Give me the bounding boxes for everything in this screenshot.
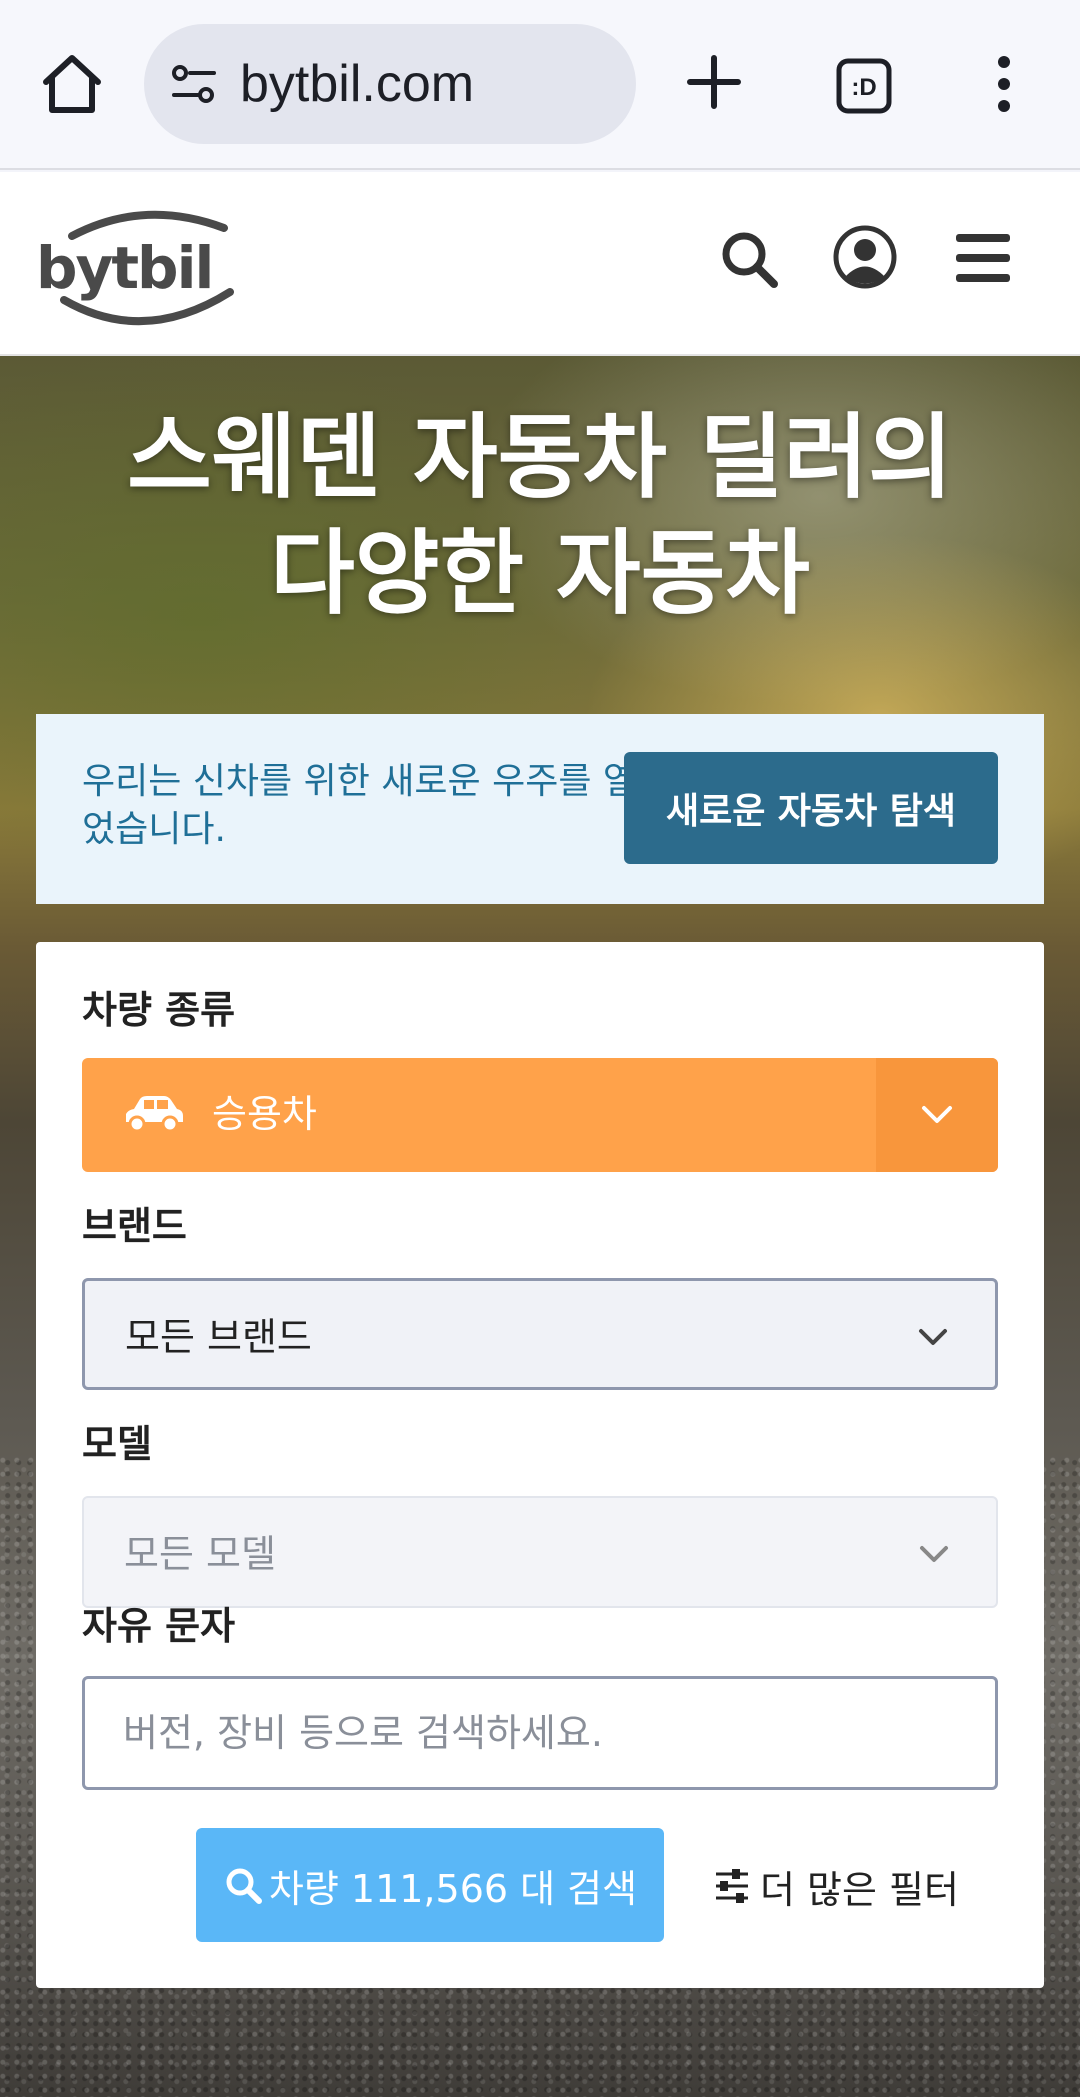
more-filters-label: 더 많은 필터 [760,1867,959,1912]
tab-switcher-icon: :D [836,58,892,114]
filter-sliders-icon [716,1869,748,1903]
model-select[interactable]: 모든 모델 [82,1496,998,1608]
freetext-label: 자유 문자 [82,1604,236,1648]
model-label: 모델 [82,1422,152,1466]
vehicle-type-value: 승용차 [212,1092,317,1136]
search-vehicles-label: 차량 111,566 대 검색 [268,1866,638,1911]
more-options-icon[interactable] [986,54,1022,114]
browser-toolbar: bytbil.com :D [0,0,1080,170]
tab-switcher-button[interactable]: :D [834,56,894,116]
search-icon[interactable] [718,228,780,290]
model-value: 모든 모델 [124,1532,276,1576]
hamburger-menu-icon[interactable] [954,228,1012,288]
brand-select[interactable]: 모든 브랜드 [82,1278,998,1390]
brand-value: 모든 브랜드 [125,1315,312,1359]
site-settings-icon[interactable] [170,62,218,106]
home-icon[interactable] [38,50,106,118]
search-vehicles-button[interactable]: 차량 111,566 대 검색 [196,1828,664,1942]
search-panel: 차량 종류 승용차 브랜드 모든 브랜드 모델 모든 모델 자유 문자 버전, … [36,942,1044,1988]
vehicle-type-select[interactable]: 승용차 [82,1058,998,1172]
hero-title-line-1: 스웨덴 자동차 딜러의 [127,404,953,511]
search-icon [226,1868,262,1904]
car-icon [126,1096,183,1133]
site-header: bytbil [0,172,1080,356]
hero-title-line-2: 다양한 자동차 [270,520,810,627]
user-account-icon[interactable] [832,224,898,290]
vehicle-type-dropdown-toggle[interactable] [876,1058,998,1172]
tab-count: :D [851,74,876,101]
new-tab-icon[interactable] [684,52,744,112]
vehicle-type-label: 차량 종류 [82,988,236,1032]
chevron-down-icon [919,1329,947,1345]
promo-banner: 우리는 신차를 위한 새로운 우주를 열었습니다. 새로운 자동차 탐색 [36,714,1044,904]
logo-text: bytbil [36,234,212,302]
promo-text: 우리는 신차를 위한 새로운 우주를 열었습니다. [82,761,637,850]
chevron-down-icon [922,1106,952,1123]
chevron-down-icon [920,1546,948,1562]
hero-title: 스웨덴 자동차 딜러의 다양한 자동차 [40,400,1040,632]
explore-new-cars-button[interactable]: 새로운 자동차 탐색 [624,752,998,864]
brand-label: 브랜드 [82,1204,187,1248]
url-text[interactable]: bytbil.com [240,56,474,112]
address-bar[interactable]: bytbil.com [144,24,636,144]
more-filters-link[interactable]: 더 많은 필터 [712,1856,959,1916]
freetext-input[interactable] [82,1676,998,1790]
bytbil-logo[interactable]: bytbil [34,196,244,336]
